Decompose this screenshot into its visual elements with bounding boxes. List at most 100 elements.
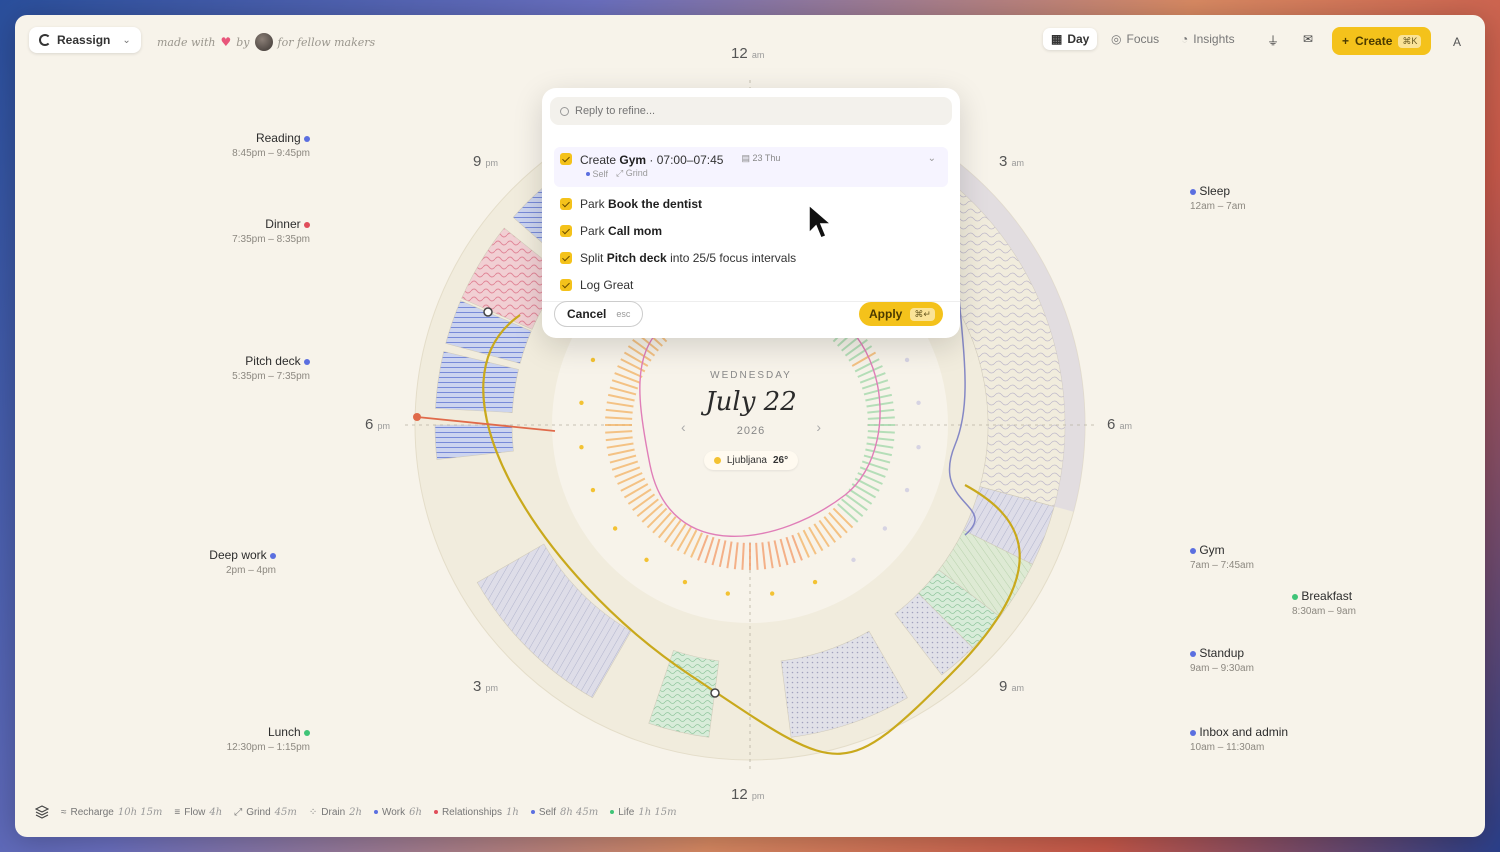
category-dot	[1190, 729, 1196, 736]
legend-relationships[interactable]: Relationships 1h	[433, 806, 519, 818]
event-reading[interactable]: Reading 8:45pm – 9:45pm	[232, 131, 310, 159]
event-gym[interactable]: Gym 7am – 7:45am	[1190, 543, 1254, 571]
suggestion-park-dentist[interactable]: Park Book the dentist	[554, 197, 948, 211]
chevron-down-icon: ⌄	[122, 34, 131, 46]
hour-label-12pm: 12 pm	[731, 786, 765, 803]
event-sleep[interactable]: Sleep 12am – 7am	[1190, 184, 1246, 212]
progress-spoke	[867, 416, 895, 420]
mouse-cursor-icon	[808, 203, 834, 239]
category-dot	[304, 729, 310, 736]
apply-shortcut: ⌘↵	[910, 307, 935, 321]
legend-grind[interactable]: ⤢ Grind 45m	[234, 807, 297, 818]
hour-label-6am: 6 am	[1107, 416, 1133, 433]
maker-avatar[interactable]	[254, 33, 273, 51]
layers-icon[interactable]	[34, 805, 50, 819]
weather-chip[interactable]: Ljubljana 26°	[703, 451, 799, 470]
event-name: Dinner	[265, 217, 301, 231]
category-dot	[1190, 650, 1196, 657]
hour-label-3pm: 3 pm	[473, 678, 499, 695]
tab-day-label: Day	[1067, 32, 1090, 46]
event-name: Sleep	[1199, 184, 1231, 198]
hour-dot	[590, 487, 596, 493]
cancel-label: Cancel	[567, 307, 607, 321]
event-pitch-deck[interactable]: Pitch deck 5:35pm – 7:35pm	[232, 354, 310, 382]
legend-value: 1h	[506, 806, 519, 818]
account-avatar[interactable]: A	[1453, 35, 1461, 49]
hour-label-12am: 12 am	[731, 45, 765, 62]
hour-dot	[904, 487, 910, 493]
action-object: Gym	[619, 153, 647, 167]
legend-value: 45m	[274, 806, 297, 818]
action-object: Great	[603, 278, 634, 292]
city-label: Ljubljana	[726, 455, 767, 466]
recharge-icon: ≈	[61, 806, 67, 818]
legend-work[interactable]: Work 6h	[373, 806, 422, 818]
hour-dot	[612, 526, 618, 531]
chevron-down-icon[interactable]: ⌄	[928, 153, 936, 164]
tab-insights[interactable]: ◔ Insights	[1181, 32, 1235, 46]
refine-input[interactable]	[575, 105, 935, 117]
grind-icon: ⤢	[234, 806, 243, 818]
legend-value: 4h	[209, 806, 223, 818]
category-dot	[530, 810, 535, 814]
event-breakfast[interactable]: Breakfast 8:30am – 9am	[1292, 589, 1356, 617]
cancel-shortcut: esc	[616, 309, 631, 319]
suggestion-park-call-mom[interactable]: Park Call mom	[554, 224, 948, 238]
tab-day[interactable]: ▦ Day	[1043, 28, 1098, 50]
checkbox-checked-icon[interactable]	[560, 279, 572, 291]
date-chip-label: 23 Thu	[752, 153, 781, 163]
cancel-button[interactable]: Cancel esc	[554, 301, 644, 327]
event-deep-work[interactable]: Deep work 2pm – 4pm	[209, 548, 276, 576]
prev-day-arrow-icon[interactable]: ‹	[681, 419, 686, 435]
tag-grind-label: Grind	[625, 168, 648, 178]
legend-value: 6h	[409, 806, 422, 818]
hour-dot	[904, 357, 910, 363]
made-with-credit: made with ♥ by for fellow makers	[157, 33, 375, 51]
legend-flow[interactable]: ≡ Flow 4h	[174, 807, 222, 818]
action-verb: Create	[580, 153, 617, 167]
reassign-label: Reassign	[57, 33, 111, 47]
temperature-label: 26°	[772, 455, 789, 466]
suggestion-split-pitch-deck[interactable]: Split Pitch deck into 25/5 focus interva…	[554, 251, 948, 265]
suggestion-create-gym[interactable]: Create Gym · 07:00–07:45 ▤ 23 Thu Self ⤢…	[554, 147, 948, 187]
refine-search-bar[interactable]	[550, 97, 952, 125]
legend-self[interactable]: Self 8h 45m	[530, 807, 598, 818]
event-time: 12:30pm – 1:15pm	[226, 742, 310, 753]
category-dot	[1292, 593, 1298, 600]
event-standup[interactable]: Standup 9am – 9:30am	[1190, 646, 1254, 674]
next-day-arrow-icon[interactable]: ›	[816, 419, 821, 435]
suggestion-log-great[interactable]: Log Great	[554, 278, 948, 292]
tab-focus[interactable]: ◎ Focus	[1111, 32, 1159, 46]
event-dinner[interactable]: Dinner 7:35pm – 8:35pm	[232, 217, 310, 245]
hour-dot	[851, 557, 856, 563]
for-makers-text: for fellow makers	[277, 35, 376, 49]
create-shortcut: ⌘K	[1398, 34, 1422, 48]
legend-drain[interactable]: ⁘ Drain 2h	[309, 807, 362, 818]
legend-recharge[interactable]: ≈ Recharge 10h 15m	[61, 807, 162, 818]
event-time: 8:45pm – 9:45pm	[232, 148, 310, 159]
apply-button[interactable]: Apply ⌘↵	[859, 302, 943, 326]
legend-label: Flow	[184, 806, 206, 818]
action-verb: Park	[580, 224, 605, 238]
date-label: July 22	[705, 387, 797, 417]
checkbox-checked-icon[interactable]	[560, 252, 572, 264]
hour-dot	[644, 557, 649, 563]
inbox-icon[interactable]: ✉	[1303, 32, 1313, 46]
event-time: 10am – 11:30am	[1190, 742, 1265, 753]
legend-life[interactable]: Life 1h 15m	[610, 807, 677, 818]
event-lunch[interactable]: Lunch 12:30pm – 1:15pm	[227, 725, 310, 753]
event-inbox-admin[interactable]: Inbox and admin 10am – 11:30am	[1190, 725, 1288, 753]
checkbox-checked-icon[interactable]	[560, 198, 572, 210]
reassign-button[interactable]: Reassign ⌄	[29, 27, 141, 53]
create-button[interactable]: + Create ⌘K	[1332, 27, 1432, 55]
checkbox-checked-icon[interactable]	[560, 225, 572, 237]
category-dot	[304, 221, 310, 228]
checkbox-checked-icon[interactable]	[560, 153, 572, 165]
event-name: Reading	[255, 131, 301, 145]
plug-icon[interactable]: ⏚	[1267, 32, 1279, 49]
hour-dot	[916, 400, 921, 406]
legend-label: Drain	[321, 806, 346, 818]
app-window: 12 am 3 am 6 am 9 am 12 pm 3 pm 6 pm 9 p…	[15, 15, 1485, 837]
hour-dot	[590, 357, 596, 363]
event-name: Pitch deck	[245, 354, 301, 368]
